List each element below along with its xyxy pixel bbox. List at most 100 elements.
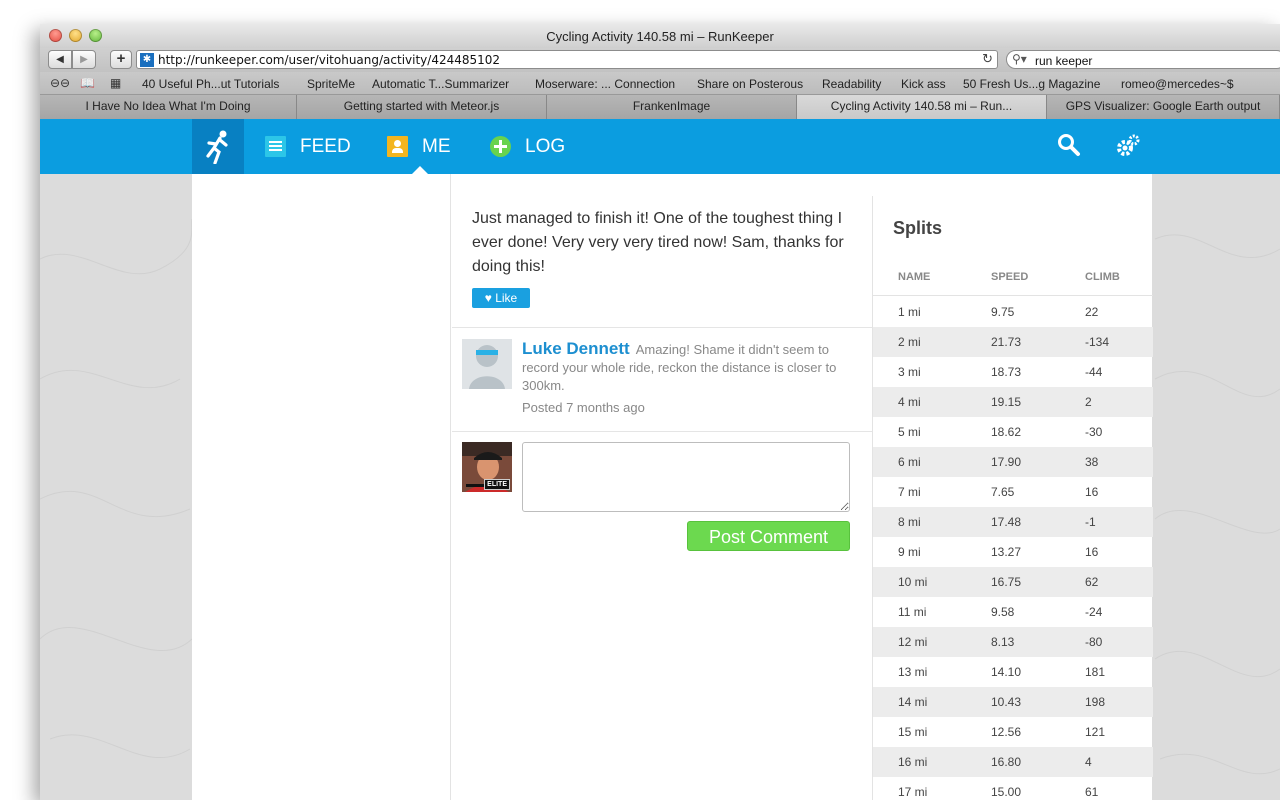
back-button[interactable]: ◀ (48, 50, 72, 69)
table-row: 5 mi 18.62 -30 (873, 417, 1153, 447)
profile-icon (387, 136, 408, 157)
split-climb: -80 (1085, 635, 1103, 649)
comment-timestamp: Posted 7 months ago (522, 400, 645, 415)
runkeeper-logo[interactable] (192, 119, 244, 174)
runner-logo-icon (206, 130, 228, 164)
default-avatar-icon (462, 339, 512, 389)
active-nav-caret (412, 166, 428, 174)
split-speed: 21.73 (991, 335, 1022, 349)
split-climb: 4 (1085, 755, 1092, 769)
split-name: 16 mi (898, 755, 928, 769)
bookmarks-bar: ⊖⊖ 📖 ▦ 40 Useful Ph...ut Tutorials Sprit… (40, 72, 1280, 95)
split-climb: 2 (1085, 395, 1092, 409)
table-row: 6 mi 17.90 38 (873, 447, 1153, 477)
split-name: 7 mi (898, 485, 921, 499)
split-speed: 7.65 (991, 485, 1015, 499)
split-climb: 61 (1085, 785, 1099, 799)
forward-button[interactable]: ▶ (72, 50, 96, 69)
search-field[interactable]: ⚲▾ run keeper (1006, 50, 1280, 69)
split-speed: 8.13 (991, 635, 1015, 649)
table-row: 15 mi 12.56 121 (873, 717, 1153, 747)
table-row: 12 mi 8.13 -80 (873, 627, 1153, 657)
split-name: 2 mi (898, 335, 921, 349)
elite-badge: ELITE (484, 479, 510, 490)
nav-log-label: LOG (525, 135, 566, 157)
bookmark-item[interactable]: 50 Fresh Us...g Magazine (963, 77, 1100, 91)
search-icon: ⚲▾ (1012, 52, 1027, 66)
divider (452, 431, 872, 432)
bookmark-item[interactable]: SpriteMe (307, 77, 355, 91)
table-row: 10 mi 16.75 62 (873, 567, 1153, 597)
splits-table-header: NAME SPEED CLIMB (873, 271, 1153, 296)
table-row: 7 mi 7.65 16 (873, 477, 1153, 507)
split-speed: 10.43 (991, 695, 1022, 709)
table-row: 14 mi 10.43 198 (873, 687, 1153, 717)
runkeeper-favicon-icon: ✱ (140, 53, 154, 67)
browser-tab[interactable]: I Have No Idea What I'm Doing (40, 95, 297, 119)
split-climb: 121 (1085, 725, 1106, 739)
table-row: 17 mi 15.00 61 (873, 777, 1153, 800)
split-name: 3 mi (898, 365, 921, 379)
splits-panel: Splits NAME SPEED CLIMB 1 mi 9.75 22 2 mi 2… (872, 196, 1153, 800)
bookmark-item[interactable]: 40 Useful Ph...ut Tutorials (142, 77, 279, 91)
nav-feed-label: FEED (300, 135, 351, 157)
bookmark-item[interactable]: Readability (822, 77, 881, 91)
bookmark-item[interactable]: Share on Posterous (697, 77, 803, 91)
split-climb: 62 (1085, 575, 1099, 589)
split-name: 12 mi (898, 635, 928, 649)
browser-toolbar: ◀ ▶ + ✱ http://runkeeper.com/user/vitohu… (40, 48, 1280, 72)
web-page: FEED ME LOG Just managed to finish it! O… (40, 119, 1280, 800)
nav-feed[interactable]: FEED (265, 119, 351, 174)
bookmark-item[interactable]: Moserware: ... Connection (535, 77, 675, 91)
split-climb: -44 (1085, 365, 1103, 379)
table-row: 16 mi 16.80 4 (873, 747, 1153, 777)
split-name: 4 mi (898, 395, 921, 409)
column-header-name: NAME (898, 271, 931, 283)
split-name: 6 mi (898, 455, 921, 469)
splits-table-body: 1 mi 9.75 22 2 mi 21.73 -134 3 mi 18.73 -44 4 … (873, 297, 1153, 800)
settings-gear-icon[interactable] (1115, 133, 1141, 159)
browser-tab[interactable]: Getting started with Meteor.js (297, 95, 547, 119)
reload-icon[interactable]: ↻ (982, 51, 993, 67)
split-climb: -134 (1085, 335, 1110, 349)
split-speed: 18.62 (991, 425, 1022, 439)
table-row: 13 mi 14.10 181 (873, 657, 1153, 687)
split-climb: -30 (1085, 425, 1103, 439)
split-speed: 17.48 (991, 515, 1022, 529)
split-speed: 9.58 (991, 605, 1015, 619)
comment-body: Luke Dennett Amazing! Shame it didn't see… (522, 340, 842, 395)
split-climb: 16 (1085, 485, 1099, 499)
bookmark-item[interactable]: Automatic T...Summarizer (372, 77, 509, 91)
commenter-avatar[interactable] (462, 339, 512, 389)
post-comment-button[interactable]: Post Comment (687, 521, 850, 551)
like-button[interactable]: ♥ Like (472, 288, 530, 308)
browser-window: Cycling Activity 140.58 mi – RunKeeper ◀… (40, 24, 1280, 800)
split-speed: 16.80 (991, 755, 1022, 769)
split-name: 11 mi (898, 605, 927, 619)
comment-author-link[interactable]: Luke Dennett (522, 339, 630, 358)
reading-list-icon[interactable]: ⊖⊖ (50, 76, 70, 90)
split-name: 10 mi (898, 575, 928, 589)
search-icon[interactable] (1057, 133, 1081, 159)
nav-log[interactable]: LOG (490, 119, 565, 174)
table-row: 4 mi 19.15 2 (873, 387, 1153, 417)
user-avatar[interactable]: ELITE (462, 442, 512, 492)
browser-tab-active[interactable]: Cycling Activity 140.58 mi – Run... (797, 95, 1047, 119)
feed-icon (265, 136, 286, 157)
bookmark-item[interactable]: Kick ass (901, 77, 946, 91)
split-climb: -24 (1085, 605, 1103, 619)
split-speed: 15.00 (991, 785, 1022, 799)
window-title: Cycling Activity 140.58 mi – RunKeeper (546, 29, 774, 44)
split-speed: 9.75 (991, 305, 1015, 319)
address-bar[interactable]: ✱ http://runkeeper.com/user/vitohuang/ac… (136, 50, 998, 69)
comment-input[interactable] (522, 442, 850, 512)
split-name: 8 mi (898, 515, 921, 529)
top-sites-grid-icon[interactable]: ▦ (110, 76, 121, 90)
browser-tab[interactable]: FrankenImage (547, 95, 797, 119)
table-row: 2 mi 21.73 -134 (873, 327, 1153, 357)
add-bookmark-button[interactable]: + (110, 50, 132, 69)
bookmark-item[interactable]: romeo@mercedes~$ (1121, 77, 1234, 91)
bookmarks-book-icon[interactable]: 📖 (80, 76, 95, 90)
browser-tab[interactable]: GPS Visualizer: Google Earth output (1047, 95, 1280, 119)
split-name: 1 mi (898, 305, 921, 319)
